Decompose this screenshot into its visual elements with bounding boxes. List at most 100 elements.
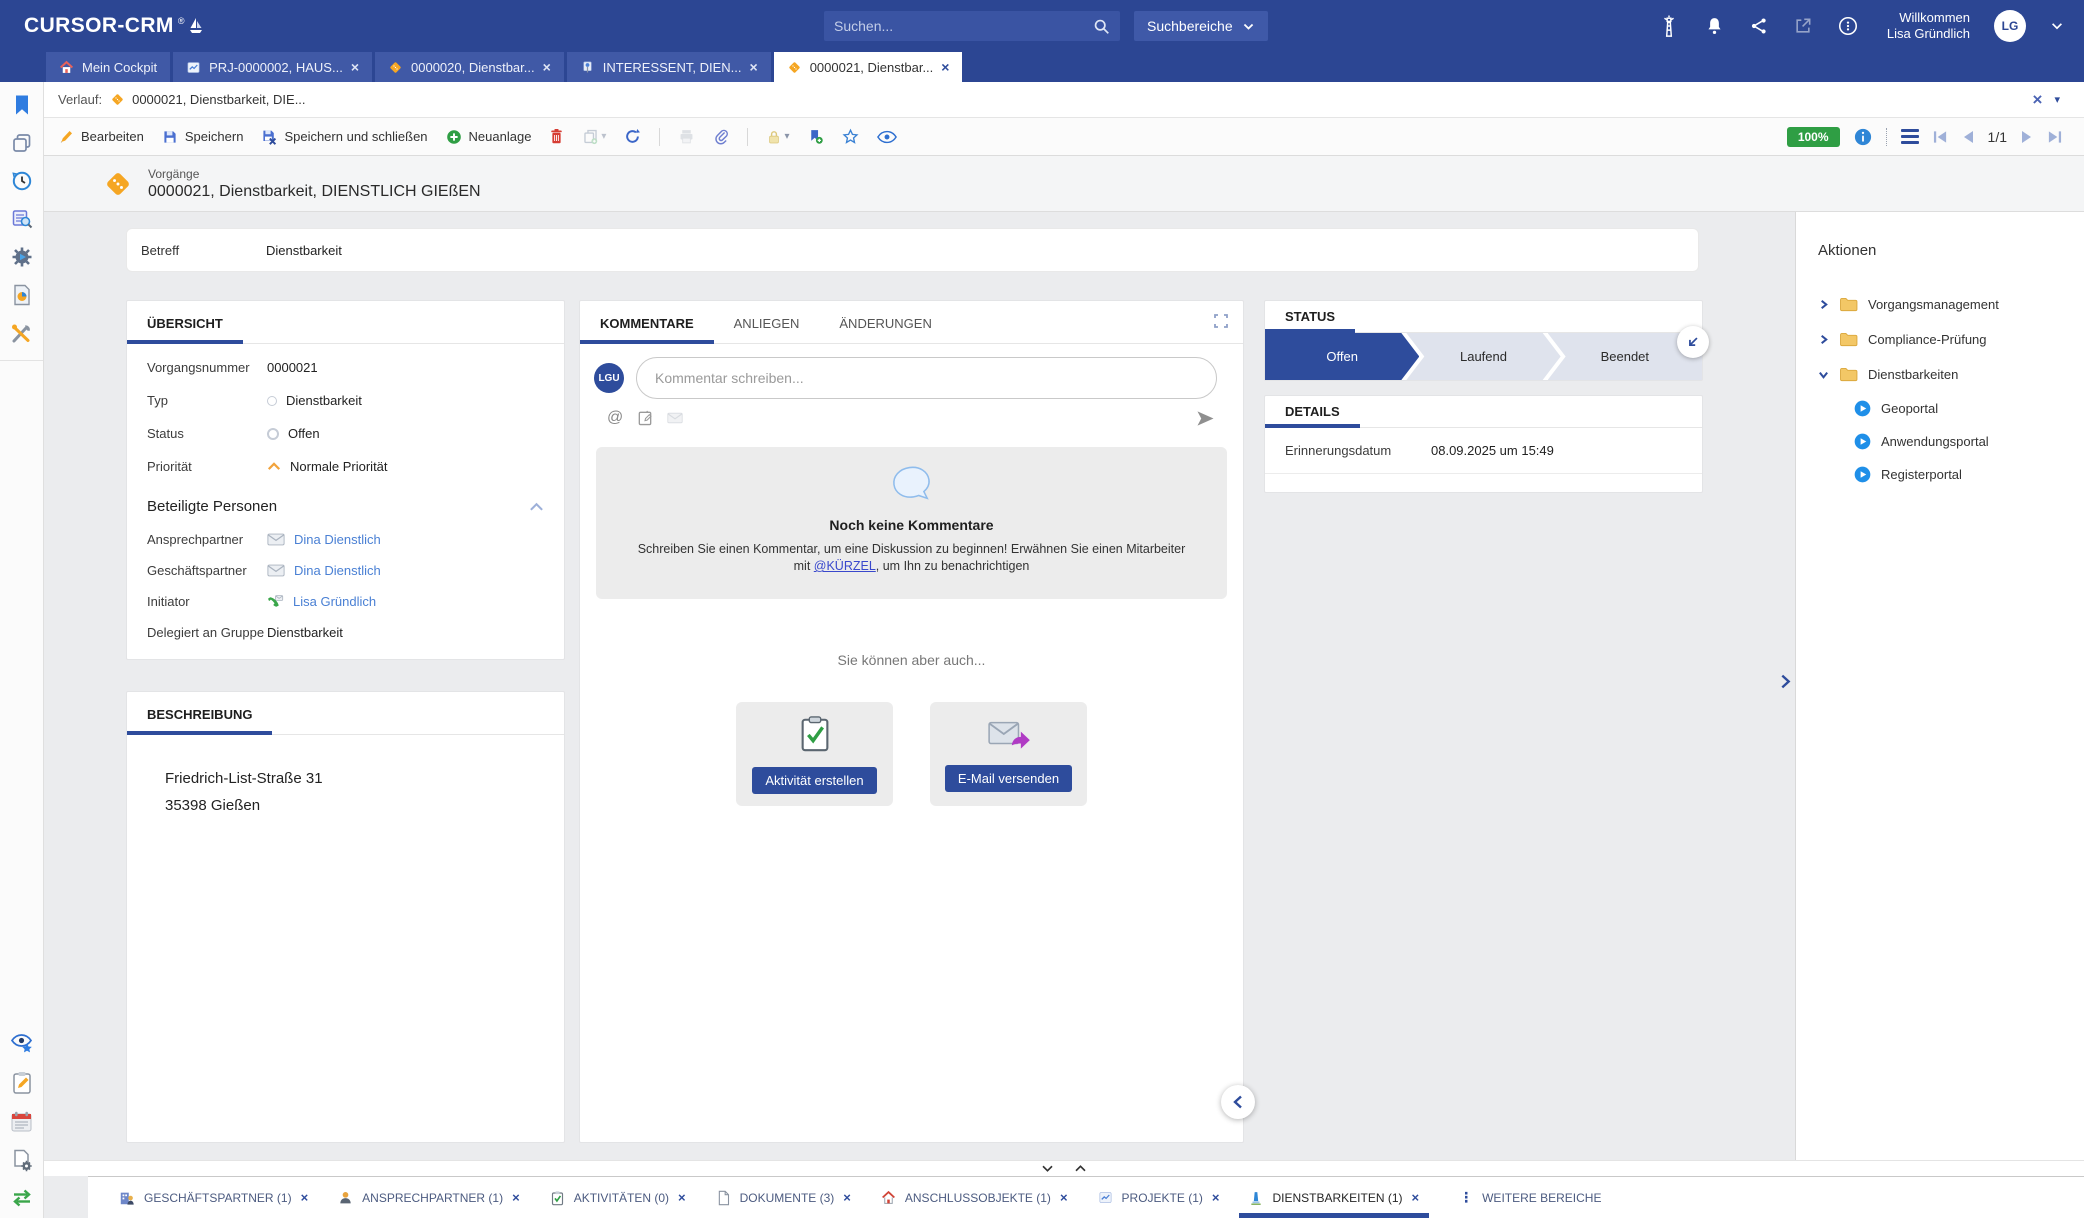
close-icon[interactable]: × [301,1190,309,1205]
close-icon[interactable]: × [351,60,359,74]
history-entry[interactable]: 0000021, Dienstbarkeit, DIE... [110,92,305,107]
bottom-tab-anschlussobjekte[interactable]: ANSCHLUSSOBJEKTE (1) × [866,1177,1083,1218]
close-icon[interactable]: × [1060,1190,1068,1205]
bottom-tab-aktivitaeten[interactable]: AKTIVITÄTEN (0) × [535,1177,701,1218]
expand-fullscreen-icon[interactable] [1213,313,1229,329]
help-menu-icon[interactable] [1837,15,1859,37]
bottom-tab-dokumente[interactable]: DOKUMENTE (3) × [701,1177,866,1218]
zoom-level-badge[interactable]: 100% [1787,127,1840,147]
mention-icon[interactable]: @ [607,409,623,427]
search-icon[interactable] [1093,18,1110,35]
edit-button[interactable]: Bearbeiten [58,129,144,145]
favorite-star-icon[interactable] [842,128,859,145]
collapse-section-icon[interactable] [529,502,544,512]
tab-status[interactable]: STATUS [1265,309,1355,332]
bottom-tab-ansprechpartner[interactable]: ANSPRECHPARTNER (1) × [323,1177,535,1218]
watch-eye-icon[interactable] [877,130,897,144]
tab-aenderungen[interactable]: ÄNDERUNGEN [819,316,951,343]
last-record-icon[interactable] [2047,130,2062,144]
tab-uebersicht[interactable]: ÜBERSICHT [127,316,243,343]
close-icon[interactable]: × [543,60,551,74]
close-icon[interactable]: × [843,1190,851,1205]
lock-dropdown-icon[interactable]: ▾ [784,131,789,142]
bottom-tab-geschaeftspartner[interactable]: GESCHÄFTSPARTNER (1) × [104,1177,323,1218]
description-text[interactable]: Friedrich-List-Straße 31 35398 Gießen [127,735,564,819]
tab-projekt[interactable]: PRJ-0000002, HAUS... × [173,52,372,82]
windows-stack-icon[interactable] [11,132,33,154]
tree-action-anwendungsportal[interactable]: Anwendungsportal [1818,425,2074,458]
report-document-icon[interactable] [11,284,33,306]
status-step-offen[interactable]: Offen [1265,333,1419,380]
tree-folder-vorgangsmanagement[interactable]: Vorgangsmanagement [1818,287,2074,322]
expand-up-icon[interactable] [1074,1164,1087,1173]
bookmark-icon[interactable] [12,94,32,116]
tab-details[interactable]: DETAILS [1265,404,1360,427]
sync-arrows-icon[interactable] [10,1188,34,1208]
previous-record-icon[interactable] [1962,130,1974,144]
save-button[interactable]: Speichern [162,129,244,145]
tab-vorgang-0000020[interactable]: 0000020, Dienstbar... × [375,52,564,82]
close-icon[interactable]: × [1412,1190,1420,1205]
search-input[interactable] [834,18,1093,34]
next-record-icon[interactable] [2021,130,2033,144]
tab-beschreibung[interactable]: BESCHREIBUNG [127,707,272,734]
copy-icon[interactable]: ▾ [582,128,606,145]
subscribe-flag-icon[interactable] [807,128,824,145]
comment-input[interactable] [636,357,1217,399]
tools-wrench-icon[interactable] [11,322,33,344]
tree-action-geoportal[interactable]: Geoportal [1818,392,2074,425]
bottom-tab-dienstbarkeiten[interactable]: DIENSTBARKEITEN (1) × [1234,1177,1434,1218]
search-scope-button[interactable]: Suchbereiche [1134,11,1268,41]
watch-eye-star-icon[interactable] [10,1031,34,1055]
new-record-button[interactable]: Neuanlage [446,129,532,145]
close-icon[interactable]: × [512,1190,520,1205]
status-collapse-button[interactable] [1677,326,1709,358]
open-external-icon[interactable] [1793,16,1813,36]
tree-folder-compliance-pruefung[interactable]: Compliance-Prüfung [1818,322,2074,357]
send-email-button[interactable]: E-Mail versenden [945,765,1072,792]
task-note-icon[interactable] [638,410,652,426]
close-icon[interactable]: × [750,60,758,74]
tab-mein-cockpit[interactable]: Mein Cockpit [46,52,170,82]
print-icon[interactable] [678,128,695,145]
copy-dropdown-icon[interactable]: ▾ [601,131,606,142]
info-icon[interactable] [1854,128,1872,146]
close-history-icon[interactable]: × [2033,91,2043,108]
tab-kommentare[interactable]: KOMMENTARE [580,316,714,343]
tab-interessent[interactable]: INTERESSENT, DIEN... × [567,52,771,82]
lock-icon[interactable]: ▾ [766,129,789,145]
search-list-icon[interactable] [11,208,33,230]
subject-value[interactable]: Dienstbarkeit [266,243,342,258]
tab-anliegen[interactable]: ANLIEGEN [714,316,820,343]
create-activity-button[interactable]: Aktivität erstellen [752,767,876,794]
notifications-bell-icon[interactable] [1704,15,1725,37]
share-icon[interactable] [1749,16,1769,36]
calendar-icon[interactable] [10,1111,33,1133]
collapse-down-icon[interactable] [1041,1164,1054,1173]
status-step-laufend[interactable]: Laufend [1406,333,1560,380]
refresh-icon[interactable] [624,128,641,145]
user-avatar[interactable]: LG [1994,10,2026,42]
close-icon[interactable]: × [678,1190,686,1205]
tree-folder-dienstbarkeiten[interactable]: Dienstbarkeiten [1818,357,2074,392]
document-settings-icon[interactable] [11,1149,33,1172]
attachment-paperclip-icon[interactable] [713,128,729,145]
collapse-panel-button[interactable] [1221,1085,1255,1119]
close-icon[interactable]: × [1212,1190,1220,1205]
save-and-close-button[interactable]: Speichern und schließen [261,129,427,145]
mention-shortcut-link[interactable]: @KÜRZEL [814,559,876,573]
history-dropdown-icon[interactable]: ▾ [2054,93,2060,106]
close-icon[interactable]: × [941,60,949,74]
first-record-icon[interactable] [1933,130,1948,144]
lighthouse-icon[interactable] [1658,14,1680,38]
tree-action-registerportal[interactable]: Registerportal [1818,458,2074,491]
mail-icon[interactable] [667,412,683,424]
bottom-tab-weitere-bereiche[interactable]: ⋮ WEITERE BEREICHE [1444,1177,1616,1218]
delete-icon[interactable] [549,128,564,145]
list-menu-icon[interactable] [1901,129,1919,144]
gear-process-icon[interactable] [11,246,33,268]
bottom-tab-projekte[interactable]: PROJEKTE (1) × [1083,1177,1235,1218]
user-menu-chevron-icon[interactable] [2050,19,2064,33]
tab-vorgang-0000021-active[interactable]: 0000021, Dienstbar... × [774,52,963,82]
notes-clipboard-icon[interactable] [11,1071,33,1095]
